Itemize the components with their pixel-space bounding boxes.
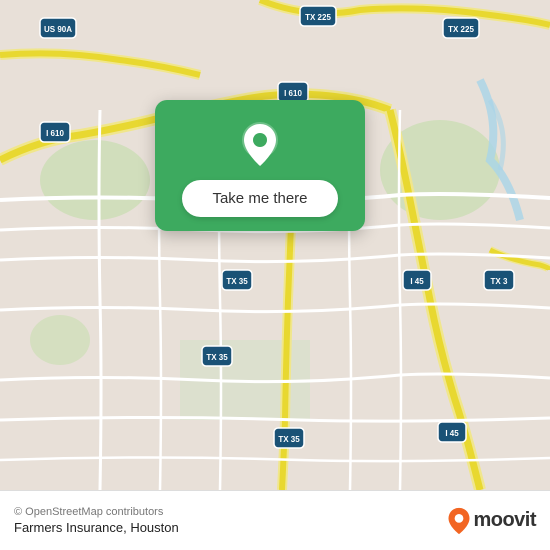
moovit-pin-icon (445, 507, 473, 535)
bottom-bar: © OpenStreetMap contributors Farmers Ins… (0, 490, 550, 550)
svg-text:TX 35: TX 35 (278, 435, 300, 444)
svg-text:TX 3: TX 3 (491, 277, 508, 286)
osm-attribution: © OpenStreetMap contributors (14, 506, 179, 518)
svg-text:TX 35: TX 35 (206, 353, 228, 362)
svg-text:TX 225: TX 225 (448, 25, 474, 34)
svg-text:I 610: I 610 (284, 89, 302, 98)
svg-text:I 45: I 45 (410, 277, 424, 286)
take-me-there-button[interactable]: Take me there (182, 180, 337, 217)
moovit-logo: moovit (445, 507, 536, 535)
map-container: US 90A TX 225 TX 225 I 610 I 610 I 610 T… (0, 0, 550, 490)
bottom-left-info: © OpenStreetMap contributors Farmers Ins… (14, 506, 179, 535)
location-label: Farmers Insurance, Houston (14, 520, 179, 535)
location-card: Take me there (155, 100, 365, 231)
svg-text:I 45: I 45 (445, 429, 459, 438)
svg-text:US 90A: US 90A (44, 25, 72, 34)
moovit-text-label: moovit (473, 509, 536, 532)
svg-text:TX 35: TX 35 (226, 277, 248, 286)
location-pin-icon (234, 118, 286, 170)
svg-text:TX 225: TX 225 (305, 13, 331, 22)
svg-text:I 610: I 610 (46, 129, 64, 138)
